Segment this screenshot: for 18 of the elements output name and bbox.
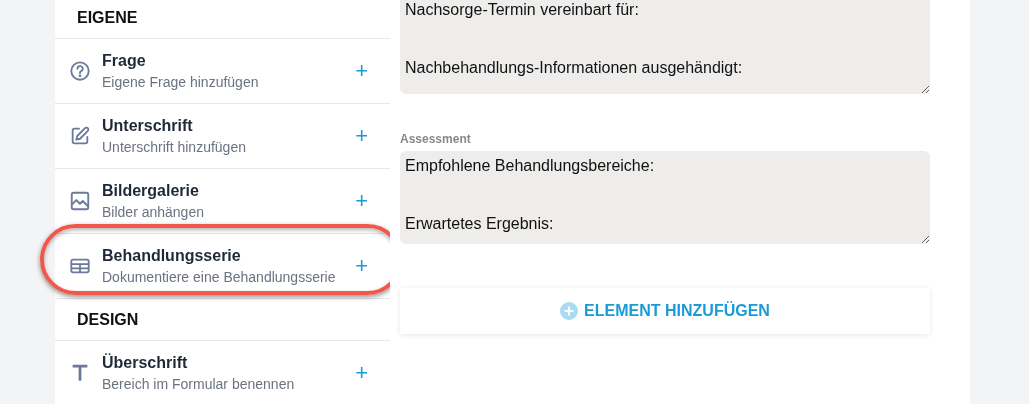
item-description: Eigene Frage hinzufügen bbox=[102, 74, 260, 90]
item-title: Unterschrift bbox=[102, 117, 194, 135]
item-title: Bildergalerie bbox=[102, 182, 200, 200]
image-icon bbox=[69, 190, 91, 212]
item-description: Unterschrift hinzufügen bbox=[102, 139, 247, 155]
item-description: Bereich im Formular benennen bbox=[102, 376, 296, 392]
field-label: Assessment bbox=[400, 132, 472, 146]
item-description: Dokumentiere eine Behandlungsserie bbox=[102, 269, 337, 285]
item-title: Behandlungsserie bbox=[102, 247, 242, 265]
text-area[interactable]: Empfohlene Behandlungsbereiche: Erwartetes Ergebnis: bbox=[400, 151, 930, 244]
item-title: Überschrift bbox=[102, 354, 189, 372]
plus-circle-icon bbox=[560, 302, 579, 320]
edit-icon bbox=[69, 125, 91, 147]
item-title: Frage bbox=[102, 52, 147, 70]
sidebar-item[interactable]: Überschrift Bereich im Formular benennen + bbox=[55, 341, 390, 404]
text-area[interactable]: Nachsorge-Termin vereinbart für: Nachbehandlungs-Informationen ausgehändigt: bbox=[400, 0, 930, 94]
question-icon bbox=[69, 60, 91, 82]
item-description: Bilder anhängen bbox=[102, 204, 205, 220]
